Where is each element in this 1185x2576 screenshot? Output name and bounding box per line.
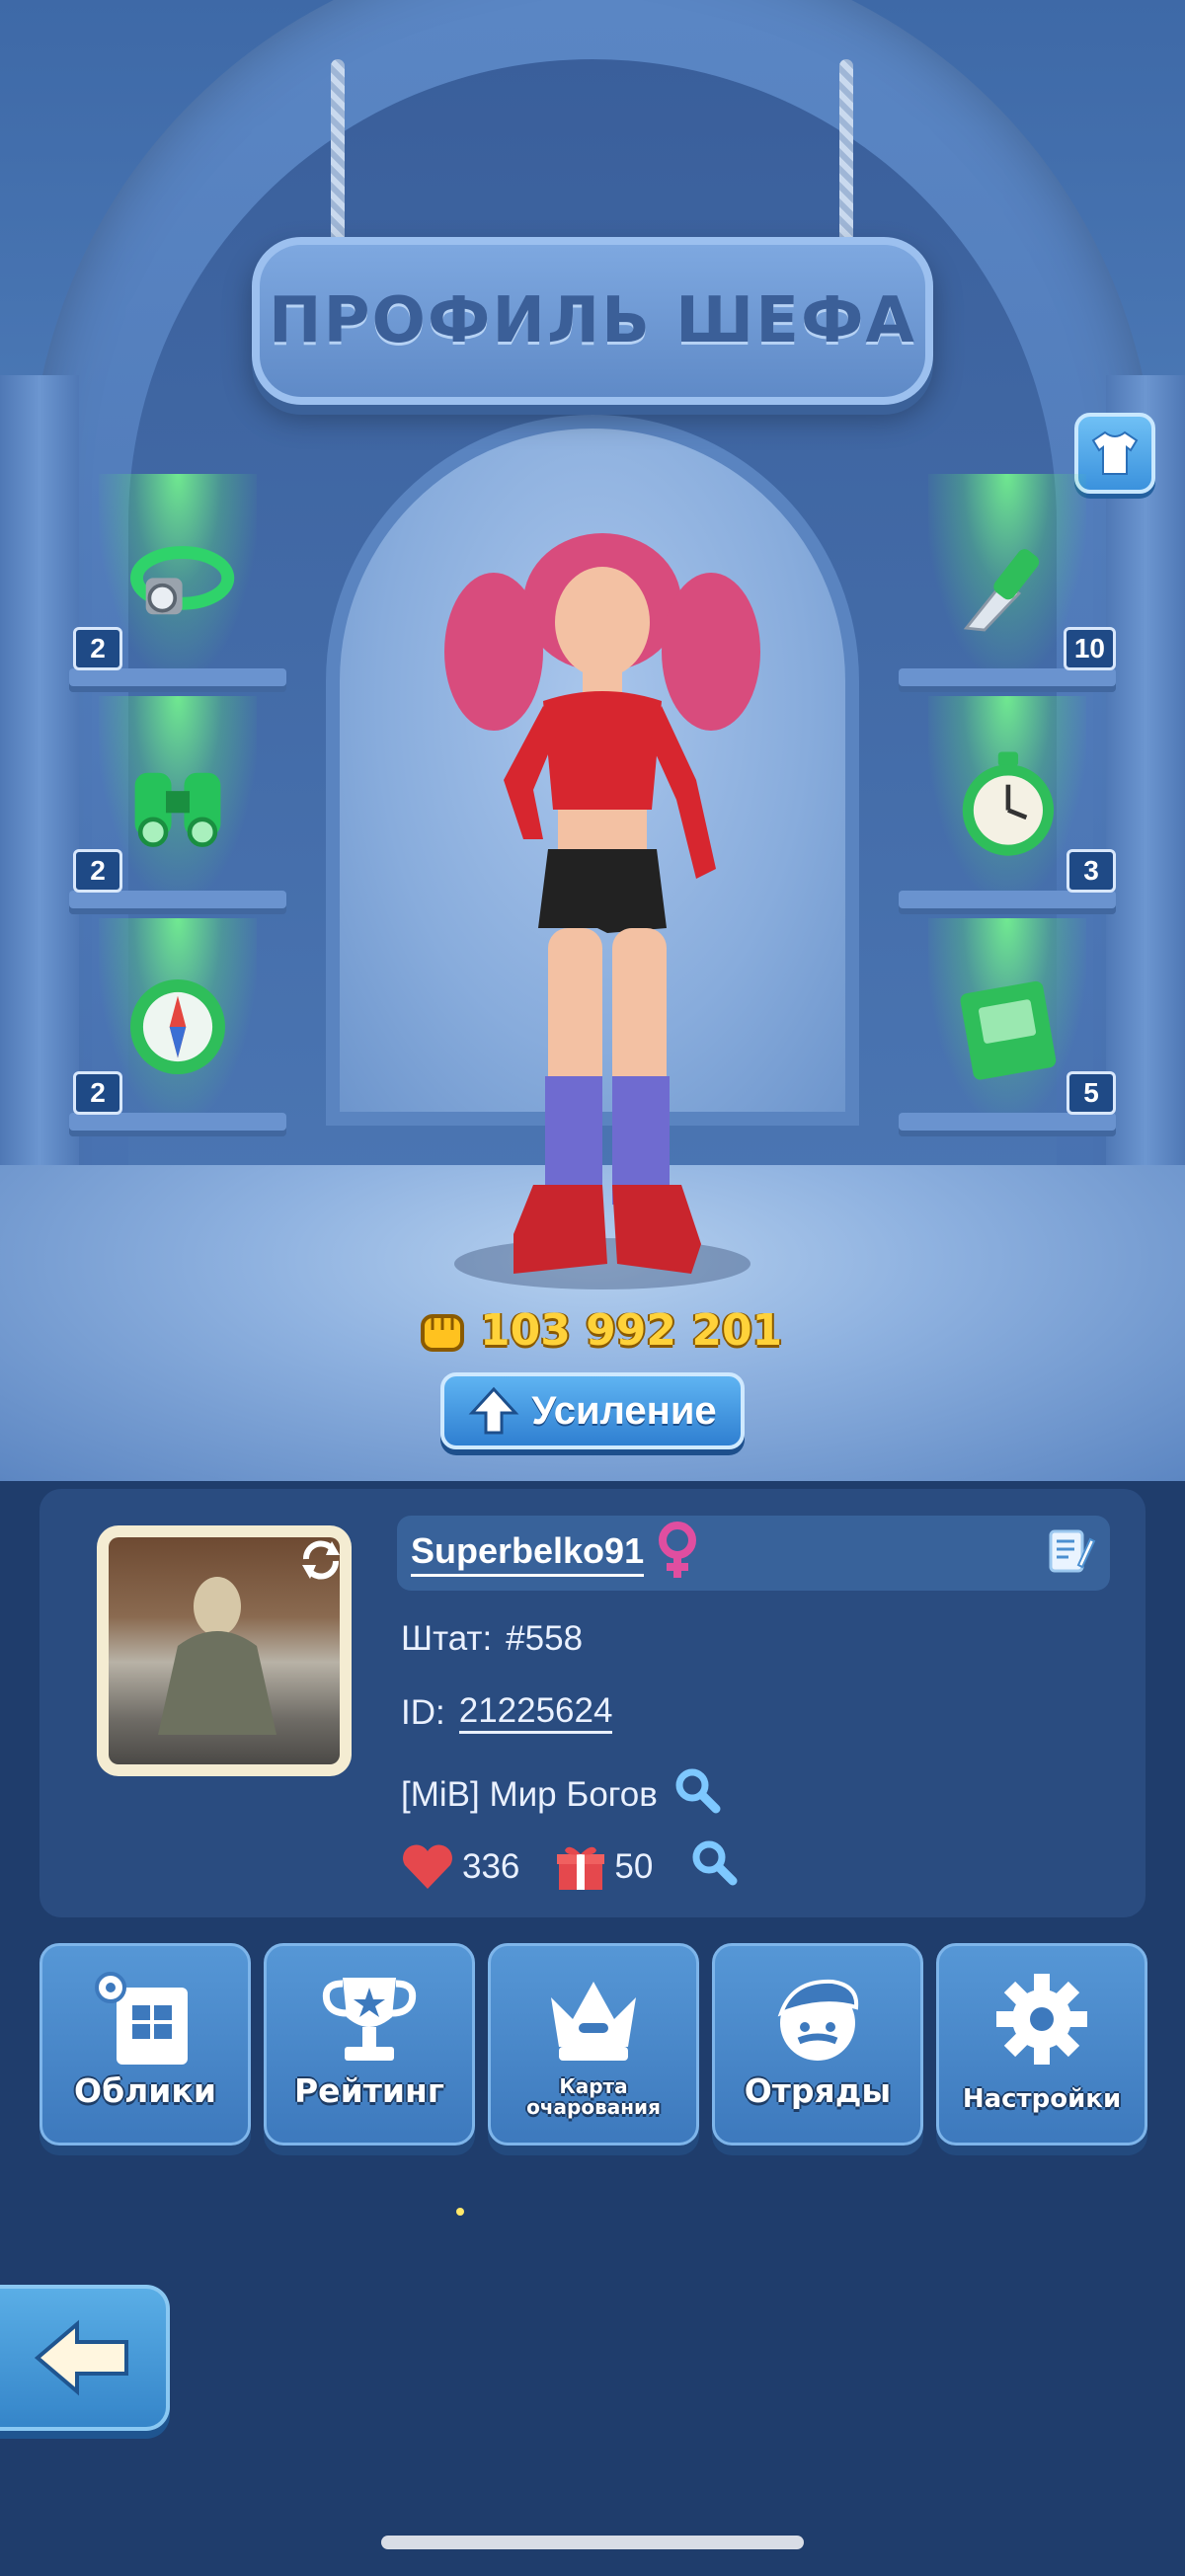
back-button[interactable] (0, 2285, 170, 2431)
settings-button[interactable]: Настройки (936, 1943, 1147, 2146)
sparkle (456, 2208, 464, 2216)
state-label: Штат: (401, 1619, 493, 1658)
rating-label: Рейтинг (294, 2071, 444, 2110)
change-avatar-icon[interactable] (294, 1533, 348, 1587)
page-title: ПРОФИЛЬ ШЕФА (269, 284, 916, 357)
gear-icon (988, 1964, 1096, 2074)
shelf-plank (899, 891, 1116, 908)
crown-icon (539, 1964, 648, 2074)
charm-map-button[interactable]: Карта очарования (488, 1943, 699, 2146)
item-count-badge: 5 (1066, 1071, 1116, 1115)
shelf-plank (69, 668, 286, 686)
alliance-row: [MiB] Мир Богов (401, 1764, 723, 1825)
power-value: 103 992 201 (480, 1304, 783, 1356)
shelf-item-book[interactable]: 5 (899, 918, 1116, 1140)
boost-label: Усиление (531, 1388, 717, 1433)
knife-icon (948, 523, 1066, 642)
right-shelves: 10 3 5 (899, 474, 1116, 1140)
arrow-left-icon (34, 2319, 128, 2396)
shelf-item-headlamp[interactable]: 2 (69, 474, 286, 696)
item-count-badge: 2 (73, 849, 122, 893)
shelf-plank (899, 1113, 1116, 1131)
home-indicator[interactable] (381, 2536, 804, 2549)
shelf-item-compass[interactable]: 2 (69, 918, 286, 1140)
chef-character[interactable] (434, 513, 770, 1303)
shelf-item-binoculars[interactable]: 2 (69, 696, 286, 918)
state-value: #558 (506, 1619, 584, 1658)
gifts-count: 50 (614, 1846, 654, 1886)
boost-button[interactable]: Усиление (440, 1372, 745, 1449)
likes-stat: 336 (401, 1843, 519, 1891)
fist-icon (421, 1314, 464, 1352)
id-value[interactable]: 21225624 (458, 1691, 613, 1734)
gifts-stat: 50 (555, 1842, 653, 1892)
shelf-plank (69, 891, 286, 908)
shelf-item-knife[interactable]: 10 (899, 474, 1116, 696)
alliance-name: [MiB] Мир Богов (401, 1774, 658, 1814)
shirt-icon (1091, 430, 1139, 475)
right-pillar (1106, 375, 1185, 1284)
compass-icon (118, 968, 237, 1086)
search-icon[interactable] (672, 1764, 723, 1825)
shelf-plank (69, 1113, 286, 1131)
menu-row: Облики Рейтинг Карта очарования Отряды Н… (40, 1943, 1147, 2150)
id-row: ID: 21225624 (401, 1691, 613, 1734)
edit-profile-icon[interactable] (1045, 1525, 1096, 1582)
id-label: ID: (401, 1692, 445, 1732)
sign-rope-left (331, 59, 345, 257)
item-count-badge: 2 (73, 1071, 122, 1115)
gift-icon (557, 1846, 605, 1890)
skins-icon (91, 1964, 199, 2074)
state-row: Штат: #558 (401, 1619, 583, 1659)
shelf-item-stopwatch[interactable]: 3 (899, 696, 1116, 918)
item-count-badge: 10 (1063, 627, 1116, 670)
item-count-badge: 2 (73, 627, 122, 670)
item-count-badge: 3 (1066, 849, 1116, 893)
rating-button[interactable]: Рейтинг (264, 1943, 475, 2146)
avatar[interactable] (97, 1525, 352, 1776)
female-gender-icon (654, 1521, 701, 1587)
headlamp-icon (118, 523, 237, 642)
shelf-plank (899, 668, 1116, 686)
squads-button[interactable]: Отряды (712, 1943, 923, 2146)
skins-label: Облики (74, 2071, 216, 2110)
charm-map-label: Карта очарования (526, 2074, 661, 2119)
arrow-up-icon (468, 1386, 519, 1435)
heart-icon (403, 1844, 452, 1889)
username: Superbelko91 (411, 1530, 645, 1577)
stats-row: 336 50 (401, 1836, 740, 1897)
left-pillar (0, 375, 79, 1284)
likes-count: 336 (462, 1846, 520, 1886)
username-bar: Superbelko91 (397, 1516, 1110, 1591)
binoculars-icon (118, 745, 237, 864)
settings-label: Настройки (962, 2084, 1122, 2114)
skins-button[interactable]: Облики (40, 1943, 251, 2146)
squad-icon (763, 1964, 872, 2074)
left-shelves: 2 2 2 (69, 474, 286, 1140)
stopwatch-icon (948, 745, 1066, 864)
book-icon (948, 968, 1066, 1086)
power-display: 103 992 201 (415, 1298, 782, 1362)
search-icon[interactable] (688, 1836, 740, 1897)
trophy-icon (315, 1964, 424, 2074)
squads-label: Отряды (744, 2071, 892, 2110)
sign-rope-right (839, 59, 853, 257)
title-sign: ПРОФИЛЬ ШЕФА (252, 237, 933, 405)
